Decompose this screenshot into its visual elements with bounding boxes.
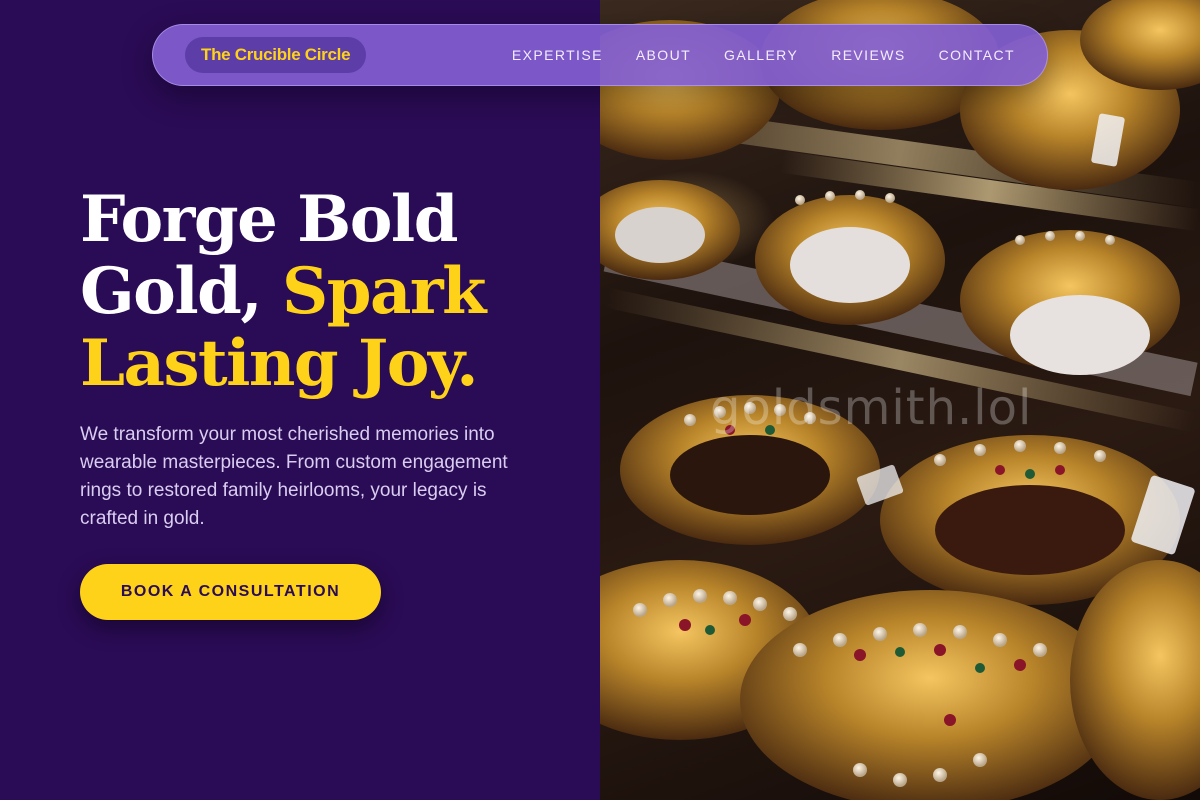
nav-link-reviews[interactable]: REVIEWS <box>831 47 905 63</box>
nav-link-contact[interactable]: CONTACT <box>939 47 1015 63</box>
image-watermark: goldsmith.lol <box>710 380 1033 436</box>
hero-subtext: We transform your most cherished memorie… <box>80 424 508 529</box>
nav-link-gallery[interactable]: GALLERY <box>724 47 798 63</box>
hero-section: Forge Bold Gold, Spark Lasting Joy. We t… <box>0 0 600 800</box>
hero-headline: Forge Bold Gold, Spark Lasting Joy. <box>80 184 580 400</box>
hero-image: goldsmith.lol <box>600 0 1200 800</box>
main-nav: The Crucible Circle EXPERTISE ABOUT GALL… <box>152 24 1048 86</box>
nav-link-about[interactable]: ABOUT <box>636 47 691 63</box>
brand-logo[interactable]: The Crucible Circle <box>185 37 367 73</box>
nav-links: EXPERTISE ABOUT GALLERY REVIEWS CONTACT <box>512 47 1015 63</box>
nav-link-expertise[interactable]: EXPERTISE <box>512 47 603 63</box>
book-consultation-button[interactable]: BOOK A CONSULTATION <box>80 564 381 620</box>
